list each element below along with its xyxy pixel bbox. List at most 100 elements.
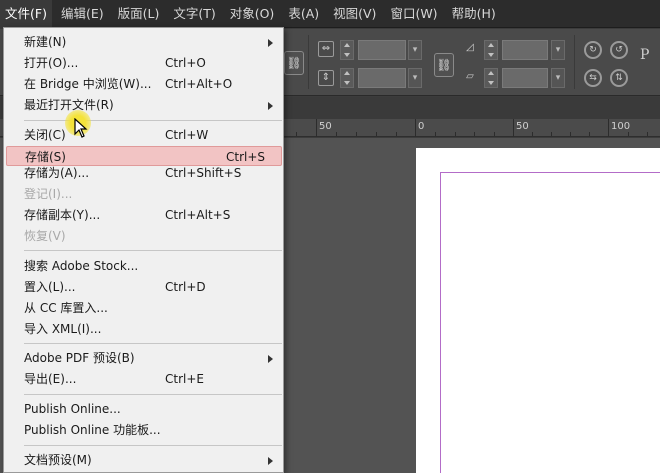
menu-layout[interactable]: 版面(L) [113, 0, 165, 28]
rotate-ccw-icon[interactable]: ↺ [610, 41, 628, 59]
menu-item-save-copy[interactable]: 存储副本(Y)... Ctrl+Alt+S [4, 205, 283, 225]
height-field[interactable] [358, 68, 406, 88]
menu-item-revert[interactable]: 恢复(V) [4, 226, 283, 246]
menu-separator [24, 343, 282, 344]
rotate-dropdown[interactable]: ▾ [551, 40, 565, 60]
ruler-tick [415, 119, 416, 137]
ruler-label: 50 [319, 121, 332, 132]
submenu-arrow-icon [268, 457, 273, 465]
menu-bar: 文件(F) 编辑(E) 版面(L) 文字(T) 对象(O) 表(A) 视图(V)… [0, 0, 660, 28]
menu-item-publish-dashboard[interactable]: Publish Online 功能板... [4, 420, 283, 440]
menu-item-shortcut: Ctrl+Shift+S [165, 166, 242, 180]
rotate-angle-icon: ◿ [466, 42, 474, 53]
menu-item-label: 存储为(A)... [24, 166, 90, 180]
ruler-minor-tick [396, 132, 397, 136]
ruler-label: 0 [418, 121, 425, 132]
shear-field[interactable] [502, 68, 548, 88]
menu-item-label: 置入(L)... [24, 280, 76, 294]
menu-item-open[interactable]: 打开(O)... Ctrl+O [4, 53, 283, 73]
menu-separator [24, 250, 282, 251]
menu-file[interactable]: 文件(F) [0, 0, 52, 28]
menu-edit[interactable]: 编辑(E) [56, 0, 109, 28]
ruler-minor-tick [376, 132, 377, 136]
menu-item-close[interactable]: 关闭(C) Ctrl+W [4, 125, 283, 145]
control-divider [574, 35, 575, 89]
menu-item-doc-presets[interactable]: 文档预设(M) [4, 450, 283, 470]
menu-item-label: 导出(E)... [24, 372, 77, 386]
menu-item-import-xml[interactable]: 导入 XML(I)... [4, 319, 283, 339]
ruler-tick [513, 119, 514, 137]
menu-item-label: 存储副本(Y)... [24, 208, 101, 222]
shear-stepper[interactable] [484, 68, 498, 88]
menu-item-label: 关闭(C) [24, 128, 66, 142]
menu-item-shortcut: Ctrl+O [165, 56, 206, 70]
menu-item-export[interactable]: 导出(E)... Ctrl+E [4, 369, 283, 389]
width-dropdown[interactable]: ▾ [408, 40, 422, 60]
menu-table[interactable]: 表(A) [283, 0, 324, 28]
menu-item-label: Publish Online... [24, 402, 121, 416]
mouse-pointer-icon [74, 118, 88, 138]
shear-dropdown[interactable]: ▾ [551, 68, 565, 88]
constrain-scale-icon[interactable]: ⛓ [434, 53, 454, 77]
menu-item-place[interactable]: 置入(L)... Ctrl+D [4, 277, 283, 297]
menu-help[interactable]: 帮助(H) [447, 0, 501, 28]
menu-item-label: 搜索 Adobe Stock... [24, 259, 139, 273]
rotate-field[interactable] [502, 40, 548, 60]
height-stepper[interactable] [340, 68, 354, 88]
height-dropdown[interactable]: ▾ [408, 68, 422, 88]
width-stepper[interactable] [340, 40, 354, 60]
menu-window[interactable]: 窗口(W) [385, 0, 442, 28]
flip-vertical-icon[interactable]: ⇅ [610, 69, 628, 87]
menu-type[interactable]: 文字(T) [168, 0, 220, 28]
menu-item-check-in[interactable]: 登记(I)... [4, 184, 283, 204]
menu-item-publish-online[interactable]: Publish Online... [4, 399, 283, 419]
width-field[interactable] [358, 40, 406, 60]
ruler-minor-tick [647, 132, 648, 136]
menu-item-label: Publish Online 功能板... [24, 423, 161, 437]
menu-item-shortcut: Ctrl+D [165, 280, 206, 294]
ruler-minor-tick [336, 132, 337, 136]
menu-separator [24, 394, 282, 395]
constrain-proportions-icon[interactable]: ⛓ [284, 51, 304, 75]
width-icon: ⇔ [318, 41, 334, 57]
menu-item-shortcut: Ctrl+E [165, 372, 204, 386]
menu-separator [24, 120, 282, 121]
ruler-minor-tick [474, 132, 475, 136]
menu-item-label: 新建(N) [24, 35, 67, 49]
ruler-tick [316, 119, 317, 137]
menu-item-label: 打开(O)... [24, 56, 79, 70]
ruler-minor-tick [532, 132, 533, 136]
menu-item-browse-bridge[interactable]: 在 Bridge 中浏览(W)... Ctrl+Alt+O [4, 74, 283, 94]
ruler-label: 100 [611, 121, 631, 132]
menu-view[interactable]: 视图(V) [328, 0, 381, 28]
file-menu-dropdown: 新建(N) 打开(O)... Ctrl+O 在 Bridge 中浏览(W)...… [3, 27, 284, 473]
menu-item-search-stock[interactable]: 搜索 Adobe Stock... [4, 256, 283, 276]
ruler-minor-tick [455, 132, 456, 136]
menu-item-place-cc[interactable]: 从 CC 库置入... [4, 298, 283, 318]
menu-item-label: 恢复(V) [24, 229, 66, 243]
menu-item-pdf-presets[interactable]: Adobe PDF 预设(B) [4, 348, 283, 368]
reference-point-letter: P [640, 47, 650, 63]
ruler-tick [608, 119, 609, 137]
control-divider [308, 35, 309, 89]
rotate-cw-icon[interactable]: ↻ [584, 41, 602, 59]
flip-horizontal-icon[interactable]: ⇆ [584, 69, 602, 87]
ruler-minor-tick [435, 132, 436, 136]
menu-item-shortcut: Ctrl+W [165, 128, 209, 142]
menu-item-label: 文档预设(M) [24, 453, 92, 467]
menu-item-label: 导入 XML(I)... [24, 322, 102, 336]
ruler-minor-tick [589, 132, 590, 136]
ruler-label: 50 [516, 121, 529, 132]
ruler-minor-tick [551, 132, 552, 136]
submenu-arrow-icon [268, 102, 273, 110]
menu-object[interactable]: 对象(O) [225, 0, 280, 28]
menu-item-new[interactable]: 新建(N) [4, 32, 283, 52]
rotate-stepper[interactable] [484, 40, 498, 60]
menu-item-open-recent[interactable]: 最近打开文件(R) [4, 95, 283, 115]
ruler-minor-tick [628, 132, 629, 136]
ruler-minor-tick [570, 132, 571, 136]
height-icon: ⇕ [318, 70, 334, 86]
menu-item-label: 从 CC 库置入... [24, 301, 108, 315]
menu-item-save-as[interactable]: 存储为(A)... Ctrl+Shift+S [4, 163, 283, 183]
menu-separator [24, 445, 282, 446]
